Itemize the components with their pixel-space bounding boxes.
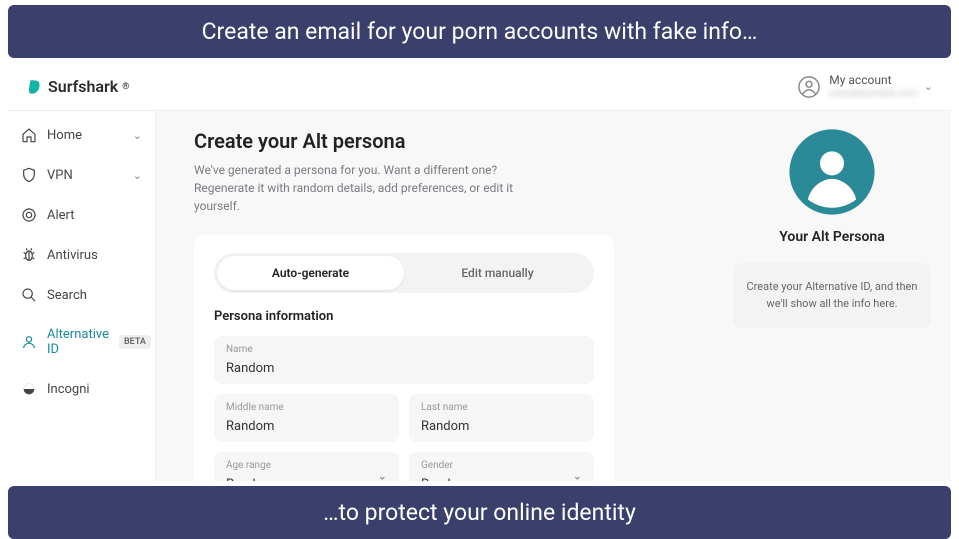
sidebar-item-label: Home bbox=[47, 128, 82, 143]
surfshark-icon bbox=[26, 78, 44, 96]
account-email: user@example.com bbox=[829, 88, 918, 99]
preview-title: Your Alt Persona bbox=[733, 229, 931, 245]
tab-auto-generate[interactable]: Auto-generate bbox=[217, 256, 404, 290]
sidebar-item-label: Antivirus bbox=[47, 248, 98, 263]
page-title: Create your Alt persona bbox=[194, 129, 689, 153]
brand-logo[interactable]: Surfshark® bbox=[26, 77, 129, 96]
app-header: Surfshark® My account user@example.com ⌄ bbox=[8, 63, 951, 111]
sidebar-item-alert[interactable]: Alert bbox=[8, 195, 155, 235]
section-persona-info: Persona information bbox=[214, 309, 594, 324]
chevron-down-icon: ⌄ bbox=[378, 470, 387, 482]
brand-name: Surfshark bbox=[48, 77, 118, 96]
field-value: Random bbox=[226, 477, 274, 481]
gender-select[interactable]: Gender Random ⌄ bbox=[409, 452, 594, 481]
alert-icon bbox=[21, 207, 37, 223]
sidebar-item-label: Alert bbox=[47, 208, 75, 223]
bottom-caption-banner: …to protect your online identity bbox=[8, 486, 951, 539]
persona-form-card: Auto-generate Edit manually Persona info… bbox=[194, 235, 614, 481]
field-value: Random bbox=[226, 419, 274, 434]
sidebar-item-label: VPN bbox=[47, 168, 73, 183]
chevron-down-icon: ⌄ bbox=[133, 129, 142, 142]
sidebar-item-home[interactable]: Home ⌄ bbox=[8, 115, 155, 155]
app-frame: Surfshark® My account user@example.com ⌄… bbox=[8, 63, 951, 481]
sidebar-item-search[interactable]: Search bbox=[8, 275, 155, 315]
chevron-down-icon: ⌄ bbox=[924, 80, 933, 93]
field-label: Last name bbox=[421, 402, 582, 413]
sidebar-item-antivirus[interactable]: Antivirus bbox=[8, 235, 155, 275]
sidebar-item-label: Search bbox=[47, 288, 87, 303]
incogni-icon bbox=[21, 381, 37, 397]
user-icon bbox=[795, 73, 823, 101]
field-value: Random bbox=[226, 361, 274, 376]
field-label: Gender bbox=[421, 460, 582, 471]
top-caption-banner: Create an email for your porn accounts w… bbox=[8, 5, 951, 58]
name-field[interactable]: Name Random bbox=[214, 336, 594, 384]
sidebar-item-alternative-id[interactable]: Alternative ID BETA bbox=[8, 315, 155, 369]
sidebar-nav: Home ⌄ VPN ⌄ Alert Antivirus Search Alte… bbox=[8, 63, 156, 481]
preview-info-box: Create your Alternative ID, and then we'… bbox=[733, 263, 931, 328]
main-content: Create your Alt persona We've generated … bbox=[156, 63, 713, 481]
tab-edit-manually[interactable]: Edit manually bbox=[404, 256, 591, 290]
sidebar-item-label: Incogni bbox=[47, 382, 90, 397]
chevron-down-icon: ⌄ bbox=[133, 169, 142, 182]
sidebar-item-vpn[interactable]: VPN ⌄ bbox=[8, 155, 155, 195]
account-label: My account bbox=[829, 74, 891, 87]
field-label: Middle name bbox=[226, 402, 387, 413]
search-icon bbox=[21, 287, 37, 303]
last-name-field[interactable]: Last name Random bbox=[409, 394, 594, 442]
field-label: Name bbox=[226, 344, 582, 355]
sidebar-item-incogni[interactable]: Incogni bbox=[8, 369, 155, 409]
field-value: Random bbox=[421, 477, 469, 481]
person-icon bbox=[21, 334, 37, 350]
field-value: Random bbox=[421, 419, 469, 434]
beta-badge: BETA bbox=[119, 335, 151, 349]
home-icon bbox=[21, 127, 37, 143]
chevron-down-icon: ⌄ bbox=[573, 470, 582, 482]
account-menu[interactable]: My account user@example.com ⌄ bbox=[795, 73, 933, 101]
field-label: Age range bbox=[226, 460, 387, 471]
middle-name-field[interactable]: Middle name Random bbox=[214, 394, 399, 442]
shield-icon bbox=[21, 167, 37, 183]
generate-mode-toggle: Auto-generate Edit manually bbox=[214, 253, 594, 293]
age-range-select[interactable]: Age range Random ⌄ bbox=[214, 452, 399, 481]
avatar-placeholder-icon bbox=[789, 129, 875, 215]
bug-icon bbox=[21, 247, 37, 263]
sidebar-item-label: Alternative ID bbox=[47, 327, 109, 357]
persona-preview-panel: Your Alt Persona Create your Alternative… bbox=[713, 63, 951, 481]
page-subtitle: We've generated a persona for you. Want … bbox=[194, 161, 554, 215]
